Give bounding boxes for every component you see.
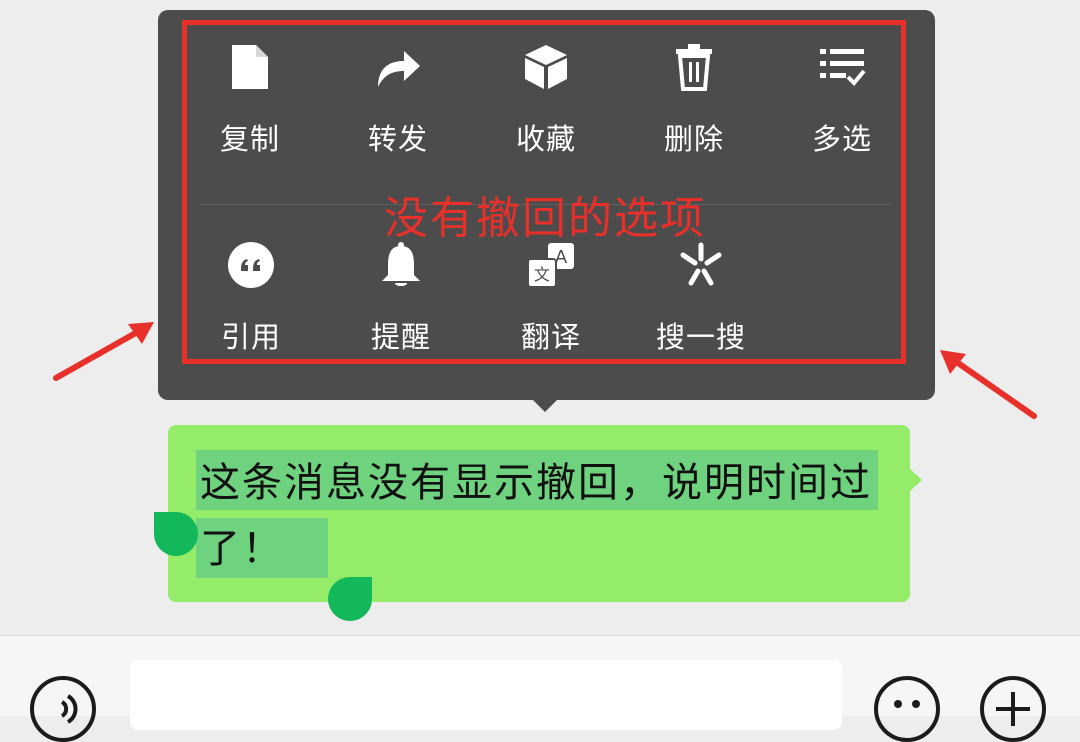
menu-pointer <box>531 398 559 412</box>
message-bubble-tail <box>909 468 922 492</box>
plus-icon <box>996 692 1030 726</box>
annotation-text: 没有撤回的选项 <box>384 193 706 244</box>
emoji-icon <box>894 700 920 708</box>
emoji-button[interactable] <box>874 676 940 742</box>
plus-button[interactable] <box>980 676 1046 742</box>
chat-input-bar <box>0 635 1080 742</box>
annotation-arrow-right <box>940 350 1037 419</box>
selection-end-handle[interactable] <box>328 577 372 621</box>
voice-button[interactable] <box>30 676 96 742</box>
message-input[interactable] <box>130 660 842 730</box>
message-context-menu: 复制 转发 收藏 删除 多选 引用 提醒 A 文 翻译 搜一搜 没有撤回的选项 <box>158 10 935 400</box>
selection-start-handle[interactable] <box>154 512 198 556</box>
voice-icon <box>60 694 78 724</box>
annotation-arrow-left <box>53 322 154 381</box>
message-text: 这条消息没有显示撤回，说明时间过了！ <box>200 460 872 572</box>
